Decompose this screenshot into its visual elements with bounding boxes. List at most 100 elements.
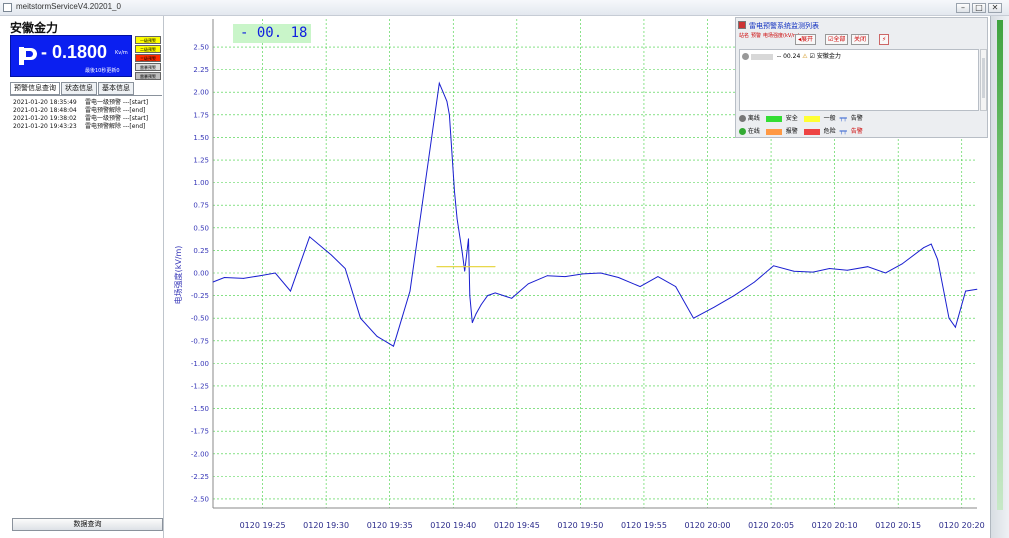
list-item[interactable]: 2021-01-20 18:48:04 雷电预警解除 ---[end] [13, 107, 163, 115]
list-item[interactable]: 2021-01-20 19:43:23 雷电预警解除 ---[end] [13, 123, 163, 131]
legend-alarm2-label: 告警 [850, 128, 863, 135]
y-tick-label: -2.50 [191, 495, 209, 503]
field-value-display: - 0.1800 Kv/m 最後10秒更新0 [10, 35, 132, 77]
data-query-button[interactable]: 数据查询 [12, 518, 163, 531]
data-point [773, 265, 775, 267]
warning-level-legend: 一级预警 二级预警 三级预警 雷暴预警 雷暴预警 [135, 36, 161, 81]
tab-status[interactable]: 状态信息 [61, 82, 97, 95]
legend-alarm-label: 告警 [850, 115, 863, 122]
monitor-list-header: 站名 预警 电场强度(kV/m) ◂展开 ☑全部 关闭 ⚡ [739, 33, 985, 46]
data-point [923, 247, 925, 249]
data-point [867, 266, 869, 268]
data-point [243, 278, 244, 279]
y-tick-label: 2.00 [193, 89, 209, 97]
data-point [309, 236, 311, 238]
legend-offline-label: 离线 [747, 115, 760, 122]
close-button[interactable]: ✕ [988, 3, 1002, 13]
data-point [393, 345, 394, 347]
list-close-button[interactable]: 关闭 [851, 34, 870, 45]
data-point [212, 281, 214, 283]
show-all-button[interactable]: ☑全部 [825, 34, 849, 45]
y-tick-label: 0.25 [193, 247, 209, 255]
y-tick-label: -2.25 [191, 473, 209, 481]
data-point [480, 304, 482, 306]
data-point [487, 295, 488, 296]
data-point [930, 243, 932, 245]
field-meter-icon [19, 47, 37, 65]
list-item-value: -- 00.24 [776, 53, 801, 60]
data-point [475, 313, 477, 315]
data-point [360, 317, 361, 319]
window-titlebar: meitstormServiceV4.20201_0 – □ ✕ [0, 0, 1009, 16]
list-item[interactable]: -- 00.24 ⚠ ☑ 安徽金力 [742, 52, 841, 61]
data-point [494, 292, 496, 294]
legend-safe-label: 安全 [785, 115, 798, 122]
data-point [376, 335, 378, 337]
event-list: 2021-01-20 18:35:49 雷电一级预警 ---[start] 2021… [13, 99, 163, 131]
offline-icon [739, 115, 746, 122]
data-point [424, 182, 426, 184]
warning-icon: ⚠ [802, 53, 808, 60]
data-point [494, 266, 496, 268]
scrollbar-thumb[interactable] [982, 58, 985, 98]
y-tick-label: 2.25 [193, 66, 209, 74]
expand-button[interactable]: ◂展开 [795, 34, 817, 45]
data-point [675, 286, 677, 287]
maximize-button[interactable]: □ [972, 3, 986, 13]
tab-warning-query[interactable]: 预警信息查询 [10, 82, 60, 95]
alarm-button[interactable]: ⚡ [879, 34, 890, 45]
data-point [546, 275, 548, 277]
y-tick-label: -1.75 [191, 428, 209, 436]
x-tick-label: 0120 19:40 [430, 521, 476, 530]
data-point [713, 306, 715, 308]
data-point [468, 238, 469, 240]
status-legend-row2: 在线 报警 危险 ╤╤ 告警 [739, 127, 865, 136]
event-time: 2021-01-20 19:43:23 [13, 123, 77, 130]
data-point [793, 270, 795, 272]
y-tick-label: 1.50 [193, 134, 209, 142]
current-reading: - 00. 18 [233, 24, 311, 43]
list-item[interactable]: 2021-01-20 18:35:49 雷电一级预警 ---[start] [13, 99, 163, 107]
minimize-button[interactable]: – [956, 3, 970, 13]
data-point [224, 277, 225, 278]
data-point [290, 290, 291, 292]
data-point [330, 254, 332, 256]
data-point [937, 259, 938, 260]
data-point [693, 317, 694, 319]
y-tick-label: 1.00 [193, 179, 209, 187]
data-point [446, 100, 448, 102]
y-axis-label: 电场强度(kV/m) [173, 246, 183, 305]
data-point [948, 317, 950, 319]
app-icon [3, 3, 12, 12]
field-unit: Kv/m [115, 50, 128, 56]
tab-basic-info[interactable]: 基本信息 [98, 82, 134, 95]
status-legend-row1: 离线 安全 一般 ╤╤ 告警 [739, 114, 865, 123]
legend-danger-label: 危险 [823, 128, 836, 135]
y-tick-label: 0.00 [193, 270, 209, 278]
list-item-station: 安徽金力 [816, 53, 841, 60]
y-tick-label: -1.00 [191, 360, 209, 368]
data-point [464, 270, 466, 272]
col-station: 站名 [739, 33, 750, 39]
monitor-window-icon [738, 21, 746, 29]
field-update-note: 最後10秒更新0 [85, 68, 120, 74]
list-item[interactable]: 2021-01-20 19:38:02 雷电一级预警 ---[start] [13, 115, 163, 123]
y-tick-label: 1.75 [193, 111, 209, 119]
field-value: - 0.1800 [41, 42, 108, 62]
legend-online-label: 在线 [747, 128, 760, 135]
x-tick-label: 0120 19:25 [240, 521, 286, 530]
y-tick-label: 1.25 [193, 157, 209, 165]
y-tick-label: 0.50 [193, 224, 209, 232]
warning-level-3: 三级预警 [135, 54, 161, 62]
list-item-checkbox-icon[interactable]: ☑ [810, 53, 815, 60]
data-point [469, 295, 471, 296]
monitor-list-scrollbar[interactable] [980, 49, 987, 111]
data-point [564, 276, 566, 278]
data-point [436, 266, 438, 268]
data-point [639, 286, 641, 287]
event-time: 2021-01-20 18:35:49 [13, 99, 77, 106]
data-point [259, 275, 261, 277]
data-point [442, 91, 444, 93]
info-tabs: 预警信息查询 状态信息 基本信息 [10, 82, 135, 95]
warning-level-4: 雷暴预警 [135, 63, 161, 71]
